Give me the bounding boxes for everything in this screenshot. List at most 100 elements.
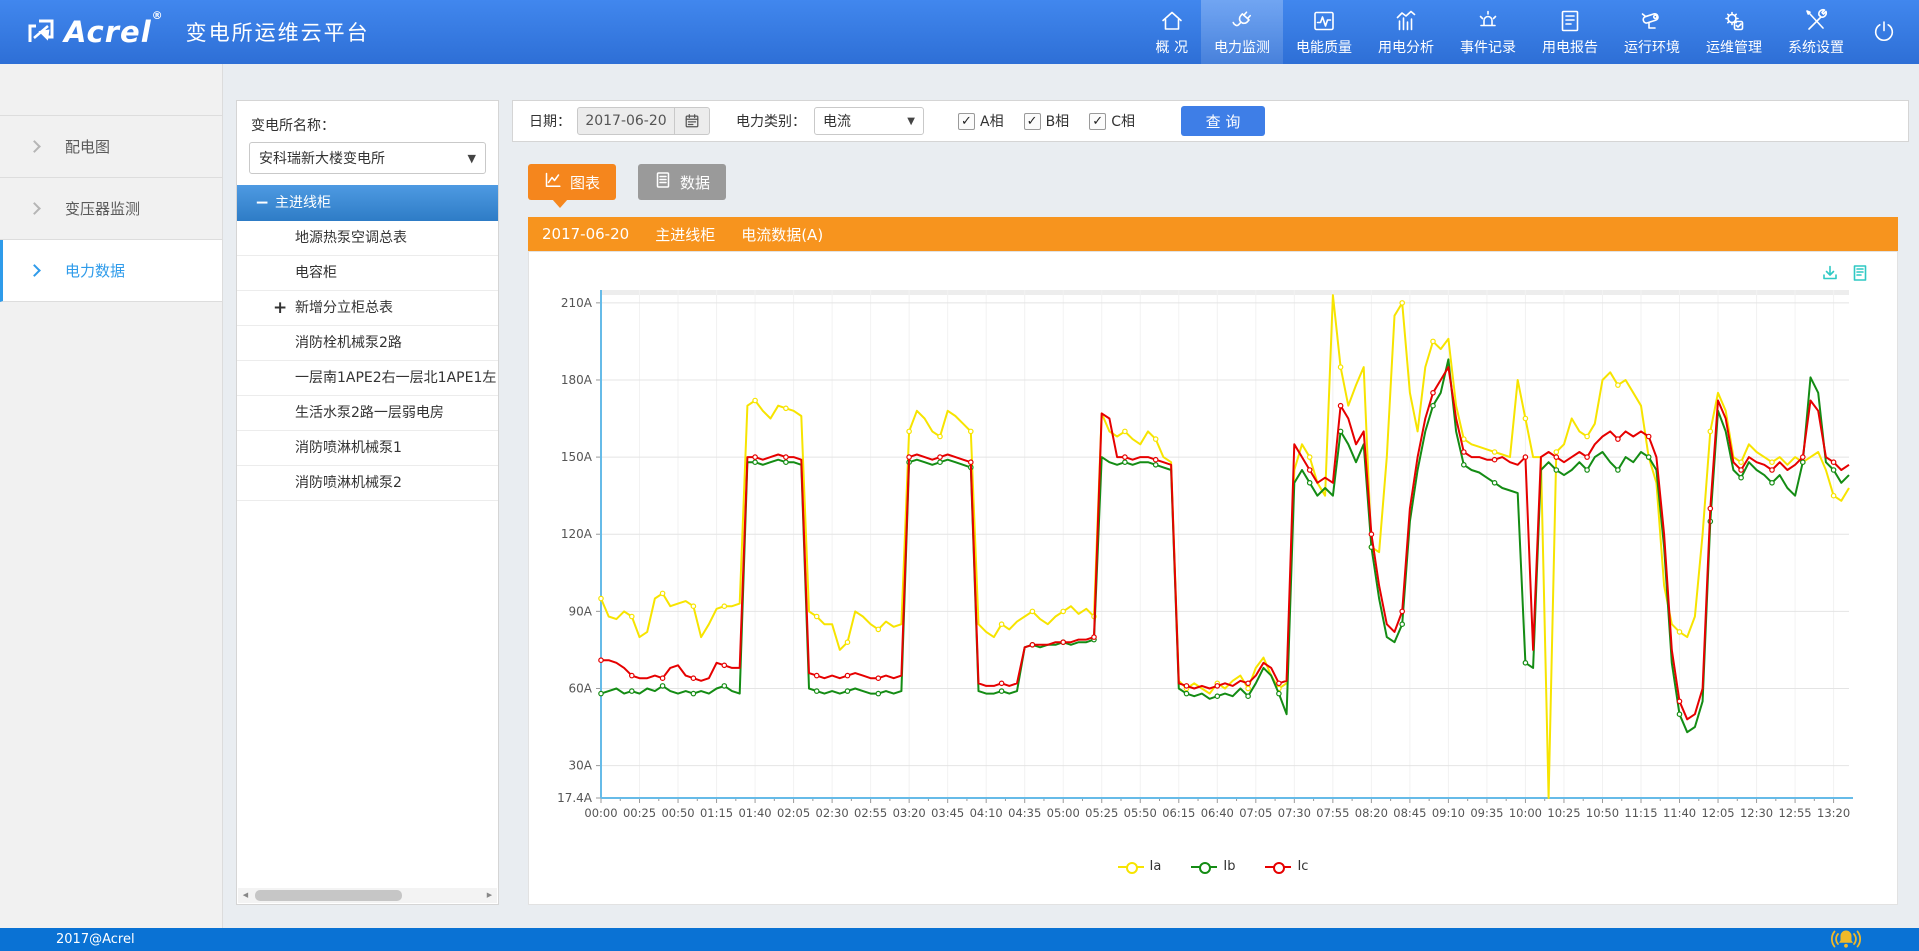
svg-text:07:05: 07:05 [1239,806,1272,820]
registered-mark: ® [152,9,164,22]
svg-text:09:35: 09:35 [1470,806,1503,820]
svg-text:00:00: 00:00 [584,806,617,820]
svg-text:07:30: 07:30 [1278,806,1311,820]
svg-text:10:00: 10:00 [1509,806,1542,820]
top-nav: 概 况电力监测电能质量 用电分析事件记录用电报告运行环境运维管理 系统设置 [1143,0,1857,64]
svg-text:01:40: 01:40 [738,806,771,820]
tree-node[interactable]: +新增分立柜总表 [237,291,498,326]
legend-item-ib[interactable]: Ib [1191,859,1235,874]
svg-text:05:00: 05:00 [1047,806,1080,820]
tree-node[interactable]: 一层南1APE2右一层北1APE1左 [237,361,498,396]
station-select-value: 安科瑞新大楼变电所 [259,148,385,168]
power-icon[interactable] [1857,0,1919,64]
nav-item-label: 用电报告 [1542,37,1598,57]
svg-text:180A: 180A [561,373,593,387]
sidebar-item-label: 配电图 [65,136,110,157]
gear-icon [1721,8,1747,34]
sidebar-item-transformer-monitor[interactable]: 变压器监测 [0,178,222,240]
date-label: 日期： [529,111,571,131]
svg-text:08:45: 08:45 [1393,806,1426,820]
svg-text:13:20: 13:20 [1817,806,1850,820]
tree-horizontal-scrollbar[interactable]: ◀ ▶ [238,888,497,903]
tab-data[interactable]: 数据 [638,164,726,200]
nav-item-system-settings[interactable]: 系统设置 [1775,0,1857,64]
nav-item-label: 用电分析 [1378,37,1434,57]
device-tree-panel: 变电所名称： 安科瑞新大楼变电所 ▼ −主进线柜地源热泵空调总表电容柜+新增分立… [236,100,499,905]
query-button[interactable]: 查 询 [1181,106,1265,136]
tree-node[interactable]: 消防喷淋机械泵1 [237,431,498,466]
svg-text:06:40: 06:40 [1201,806,1234,820]
tools-icon [1803,8,1829,34]
sidebar-item-power-data[interactable]: 电力数据 [0,240,222,302]
nav-item-usage-analysis[interactable]: 用电分析 [1365,0,1447,64]
legend-marker-icon [1191,862,1217,872]
power-type-select[interactable]: 电流 ▼ [814,107,924,135]
chart-toolbar [1821,264,1869,286]
nav-item-om-manage[interactable]: 运维管理 [1693,0,1775,64]
nav-item-label: 运维管理 [1706,37,1762,57]
svg-text:05:50: 05:50 [1124,806,1157,820]
phase-c-checkbox[interactable]: ✓C相 [1089,111,1135,131]
svg-text:12:30: 12:30 [1740,806,1773,820]
sidebar-item-label: 电力数据 [65,260,125,281]
scrollbar-thumb[interactable] [255,890,402,901]
tree-node[interactable]: 消防栓机械泵2路 [237,326,498,361]
sidebar-item-distribution-diagram[interactable]: 配电图 [0,116,222,178]
phase-b-checkbox[interactable]: ✓ B相 [1024,111,1070,131]
expand-icon[interactable]: + [273,291,287,325]
pulse-icon [1311,8,1337,34]
page-title: 变电所运维云平台 [186,17,370,47]
download-icon[interactable] [1821,264,1839,286]
nav-item-label: 电能质量 [1296,37,1352,57]
tree-node-label: 主进线柜 [275,195,331,211]
camera-icon [1639,8,1665,34]
scroll-left-arrow[interactable]: ◀ [238,888,253,903]
legend-label: Ic [1297,859,1308,874]
filter-bar: 日期： 2017-06-20 电力类别： 电流 ▼ ✓A相✓B相✓C相 查 询 [512,100,1909,142]
phase-a-checkbox[interactable]: ✓A相 [958,111,1004,131]
data-view-icon[interactable] [1851,264,1869,286]
station-select[interactable]: 安科瑞新大楼变电所 ▼ [249,142,486,174]
sidebar-header [0,64,222,116]
scroll-right-arrow[interactable]: ▶ [482,888,497,903]
chevron-down-icon: ▼ [907,116,915,127]
tree-node[interactable]: −主进线柜 [237,185,498,221]
chevron-right-icon [28,140,41,153]
nav-item-runtime-env[interactable]: 运行环境 [1611,0,1693,64]
checkbox-icon[interactable]: ✓ [1024,113,1041,130]
svg-text:03:45: 03:45 [931,806,964,820]
nav-item-usage-report[interactable]: 用电报告 [1529,0,1611,64]
tree-node[interactable]: 生活水泵2路一层弱电房 [237,396,498,431]
report-icon [1557,8,1583,34]
phase-label: B相 [1046,111,1070,131]
tree-node[interactable]: 电容柜 [237,256,498,291]
scrollbar-track[interactable] [253,888,482,903]
tab-chart-label: 图表 [570,172,600,193]
tree-node[interactable]: 消防喷淋机械泵2 [237,466,498,501]
tab-data-label: 数据 [680,172,710,193]
svg-text:12:55: 12:55 [1778,806,1811,820]
svg-text:04:10: 04:10 [970,806,1003,820]
checkbox-icon[interactable]: ✓ [1089,113,1106,130]
nav-item-power-monitor[interactable]: 电力监测 [1201,0,1283,64]
calendar-button[interactable] [675,107,710,135]
tab-chart[interactable]: 图表 [528,164,616,200]
line-chart-icon [544,171,562,193]
nav-item-event-log[interactable]: 事件记录 [1447,0,1529,64]
chevron-right-icon [28,202,41,215]
collapse-icon[interactable]: − [255,185,269,221]
line-chart: 210A180A150A120A90A60A30A17.4A00:0000:25… [537,276,1879,844]
nav-item-power-quality[interactable]: 电能质量 [1283,0,1365,64]
nav-item-label: 概 况 [1156,37,1188,57]
legend-item-ic[interactable]: Ic [1265,859,1308,874]
legend-item-ia[interactable]: Ia [1118,859,1162,874]
svg-text:12:05: 12:05 [1701,806,1734,820]
svg-text:11:40: 11:40 [1663,806,1696,820]
tree-node[interactable]: 地源热泵空调总表 [237,221,498,256]
nav-item-overview[interactable]: 概 况 [1143,0,1201,64]
nav-item-label: 系统设置 [1788,37,1844,57]
date-input[interactable]: 2017-06-20 [577,107,675,135]
svg-text:210A: 210A [561,296,593,310]
alarm-bell-icon[interactable] [1828,927,1864,951]
checkbox-icon[interactable]: ✓ [958,113,975,130]
